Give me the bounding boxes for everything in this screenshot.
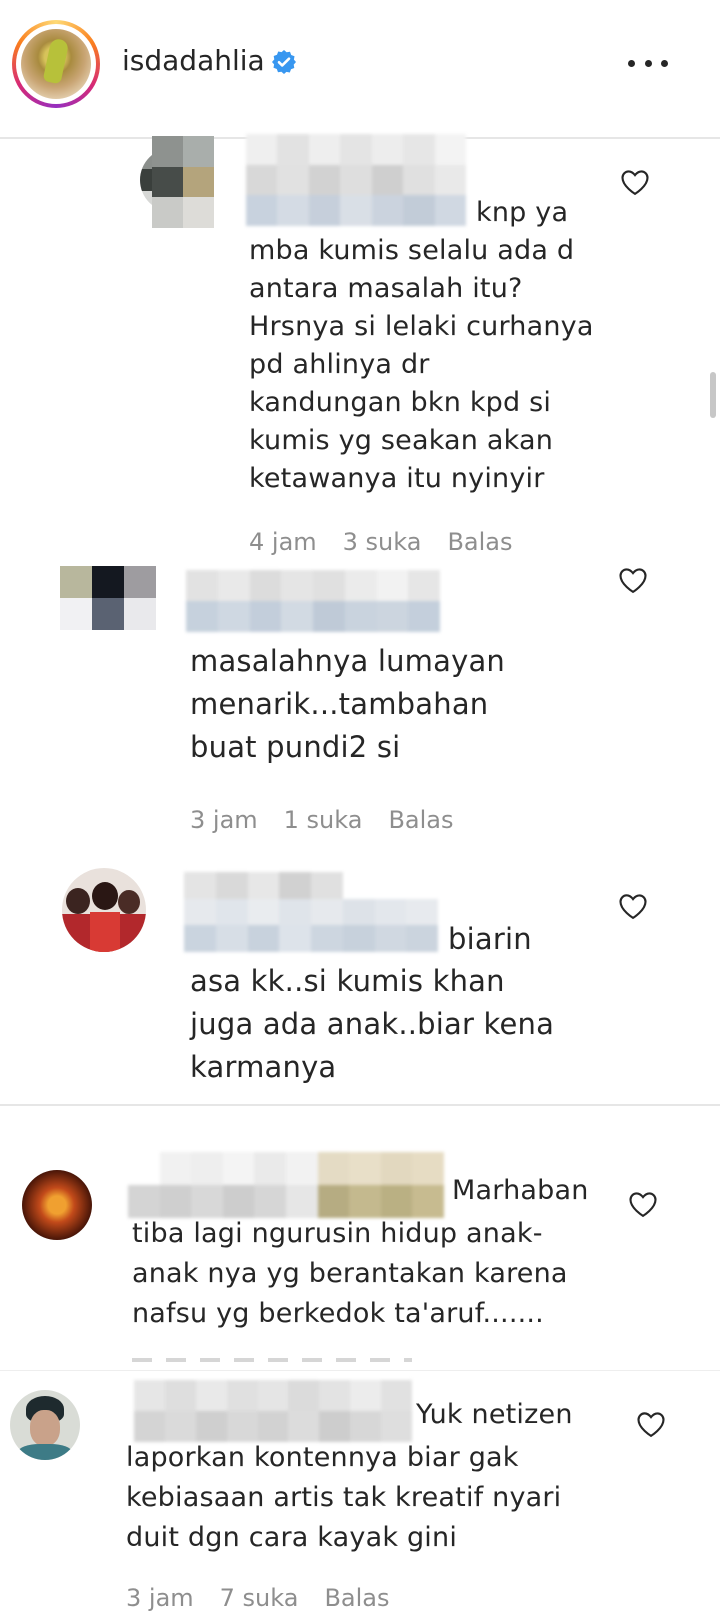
more-options-button[interactable] — [628, 48, 668, 78]
commenter-username-blurred[interactable] — [134, 1380, 412, 1442]
profile-avatar[interactable] — [12, 20, 100, 108]
commenter-username-blurred[interactable] — [246, 134, 466, 226]
comment-time: 4 jam — [249, 528, 317, 556]
commenter-avatar[interactable] — [60, 566, 156, 630]
comment-text: asa kk..si kumis khan juga ada anak..bia… — [190, 964, 555, 1084]
commenter-avatar-pixelated — [152, 136, 214, 228]
section-divider — [0, 1104, 720, 1106]
section-divider — [0, 1370, 720, 1371]
comment-meta: 4 jam 3 suka Balas — [249, 528, 513, 556]
commenter-avatar[interactable] — [10, 1390, 80, 1460]
reply-button[interactable]: Balas — [388, 806, 453, 834]
like-heart-icon[interactable] — [636, 1410, 666, 1438]
comment-text: mba kumis selalu ada d antara masalah it… — [249, 235, 594, 494]
commenter-username-blurred[interactable] — [186, 570, 440, 632]
reply-button[interactable]: Balas — [447, 528, 512, 556]
more-dot-icon — [628, 59, 635, 67]
comment-likes[interactable]: 7 suka — [220, 1584, 299, 1612]
like-heart-icon[interactable] — [620, 168, 650, 196]
commenter-avatar[interactable] — [22, 1170, 92, 1240]
comment-likes[interactable]: 1 suka — [284, 806, 363, 834]
like-heart-icon[interactable] — [618, 566, 648, 594]
comment-time: 3 jam — [126, 1584, 194, 1612]
like-heart-icon[interactable] — [618, 892, 648, 920]
reply-button[interactable]: Balas — [324, 1584, 389, 1612]
verified-badge-icon — [272, 50, 296, 74]
comment-text-start: biarin — [448, 922, 532, 956]
comment-text-start: Marhaban — [452, 1175, 589, 1206]
header-username[interactable]: isdadahlia — [122, 44, 265, 77]
comment-text: laporkan kontennya biar gak kebiasaan ar… — [126, 1442, 562, 1553]
cut-off-meta-row — [132, 1358, 412, 1362]
scrollbar-thumb[interactable] — [710, 372, 716, 418]
comment-time: 3 jam — [190, 806, 258, 834]
comment-text: masalahnya lumayan menarik...tambahan bu… — [190, 644, 506, 764]
comment-text-start: Yuk netizen — [416, 1399, 573, 1430]
commenter-username-blurred[interactable] — [184, 872, 438, 952]
profile-photo — [21, 29, 91, 99]
like-heart-icon[interactable] — [628, 1190, 658, 1218]
comment-text-start: knp ya — [476, 197, 569, 228]
comment-likes[interactable]: 3 suka — [343, 528, 422, 556]
commenter-avatar[interactable] — [62, 868, 146, 952]
commenter-username-blurred[interactable] — [128, 1152, 444, 1218]
comment-text: tiba lagi ngurusin hidup anak- anak nya … — [132, 1218, 568, 1329]
more-dot-icon — [644, 59, 652, 67]
more-dot-icon — [661, 59, 668, 67]
comment-meta: 3 jam 7 suka Balas — [126, 1584, 390, 1612]
comment-meta: 3 jam 1 suka Balas — [190, 806, 454, 834]
